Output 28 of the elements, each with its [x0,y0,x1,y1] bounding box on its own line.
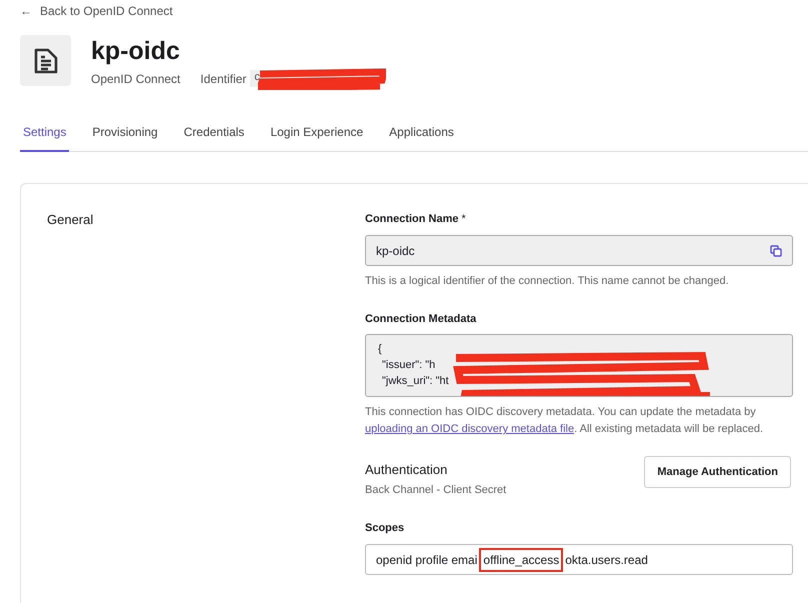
identifier-label: Identifier [200,72,246,86]
connection-title: kp-oidc [91,36,181,66]
field-label: Connection Name * [365,212,467,226]
authentication-type: Back Channel - Client Secret [365,483,506,498]
section-title: Authentication [365,462,448,477]
highlight-box: offline_access [479,548,564,572]
tab[interactable]: Login Experience [257,125,376,151]
back-link[interactable]: ← Back to OpenID Connect [20,4,173,18]
metadata-field[interactable]: { "issuer": "h "jwks_uri": "ht [365,334,793,397]
tab[interactable]: Applications [376,125,467,151]
metadata-line: "issuer": "h [381,358,436,373]
help-text: This connection has OIDC discovery metadata. You can update the metadata by uploading an OIDC discovery metadata file. All existing metadata will be replaced. [365,405,764,437]
document-icon [20,35,71,86]
metadata-line: "jwks_uri": "ht [381,374,450,389]
connection-type: OpenID Connect [91,72,180,86]
section-title: General [47,212,94,227]
metadata-line: { [378,342,383,357]
help-text: This is a logical identifier of the connection. This name cannot be changed. [365,274,730,289]
copy-icon[interactable] [770,244,782,256]
connection-name-field[interactable]: kp-oidc [365,235,793,266]
scopes-field[interactable]: openid profile emai offline_access okta.users.read [365,544,793,575]
manage-authentication-button[interactable]: Manage Authentication [644,456,791,488]
field-label: Scopes [365,521,406,535]
tab[interactable]: Provisioning [79,125,171,151]
tab[interactable]: Settings [20,125,70,152]
field-label: Connection Metadata [365,312,478,326]
upload-metadata-link[interactable]: uploading an OIDC discovery metadata file [365,423,574,435]
tab[interactable]: Credentials [170,125,258,151]
